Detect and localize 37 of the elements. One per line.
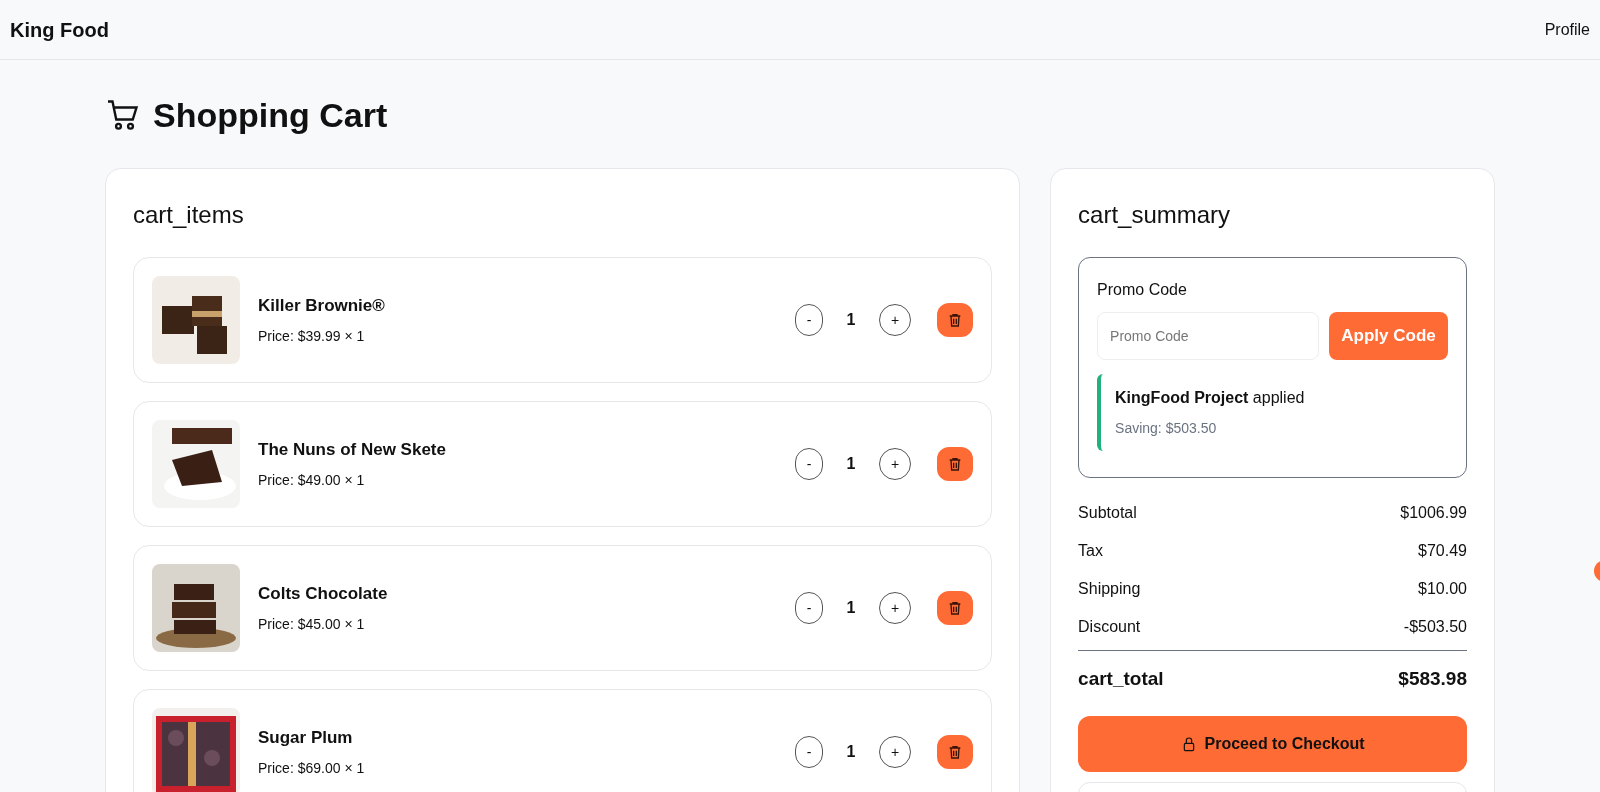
summary-label: Tax bbox=[1078, 541, 1103, 561]
summary-label: Discount bbox=[1078, 617, 1141, 637]
delete-button[interactable] bbox=[937, 591, 974, 625]
summary-value: $1006.99 bbox=[1400, 503, 1467, 523]
item-price: Price: $45.00 × 1 bbox=[258, 615, 366, 635]
applied-message: KingFood Project applied bbox=[1115, 388, 1306, 408]
summary-label: Subtotal bbox=[1078, 503, 1137, 523]
cart-icon bbox=[105, 97, 141, 133]
quantity: 1 bbox=[845, 742, 857, 762]
page-title: Shopping Cart bbox=[153, 94, 388, 136]
item-price: Price: $39.99 × 1 bbox=[258, 327, 366, 347]
item-name: The Nuns of New Skete bbox=[258, 438, 447, 461]
delete-button[interactable] bbox=[937, 447, 974, 481]
summary-value: -$503.50 bbox=[1403, 617, 1467, 637]
brand-name[interactable]: King Food bbox=[10, 14, 109, 45]
item-price: Price: $49.00 × 1 bbox=[258, 471, 366, 491]
profile-link[interactable]: Profile bbox=[1544, 17, 1590, 42]
total-value: $583.98 bbox=[1398, 667, 1467, 691]
quantity: 1 bbox=[845, 310, 857, 330]
delete-button[interactable] bbox=[937, 735, 974, 769]
promo-code-field[interactable]: Promo Code bbox=[1097, 312, 1320, 360]
section-title: cart_summary bbox=[1078, 200, 1232, 230]
saving-text: Saving: $503.50 bbox=[1115, 419, 1218, 438]
item-name: Colts Chocolate bbox=[258, 582, 389, 605]
checkout-button[interactable]: Proceed to Checkout bbox=[1078, 715, 1467, 772]
quantity: 1 bbox=[845, 598, 857, 618]
summary-value: $70.49 bbox=[1418, 541, 1467, 561]
section-title: cart_items bbox=[133, 200, 245, 230]
total-label: cart_total bbox=[1078, 667, 1164, 691]
promo-label: Promo Code bbox=[1097, 280, 1188, 300]
item-price: Price: $69.00 × 1 bbox=[258, 759, 366, 779]
quantity: 1 bbox=[845, 454, 857, 474]
item-name: Killer Brownie® bbox=[258, 294, 386, 317]
item-name: Sugar Plum bbox=[258, 726, 354, 749]
delete-button[interactable] bbox=[937, 303, 974, 337]
summary-value: $10.00 bbox=[1418, 579, 1467, 599]
summary-label: Shipping bbox=[1078, 579, 1141, 599]
